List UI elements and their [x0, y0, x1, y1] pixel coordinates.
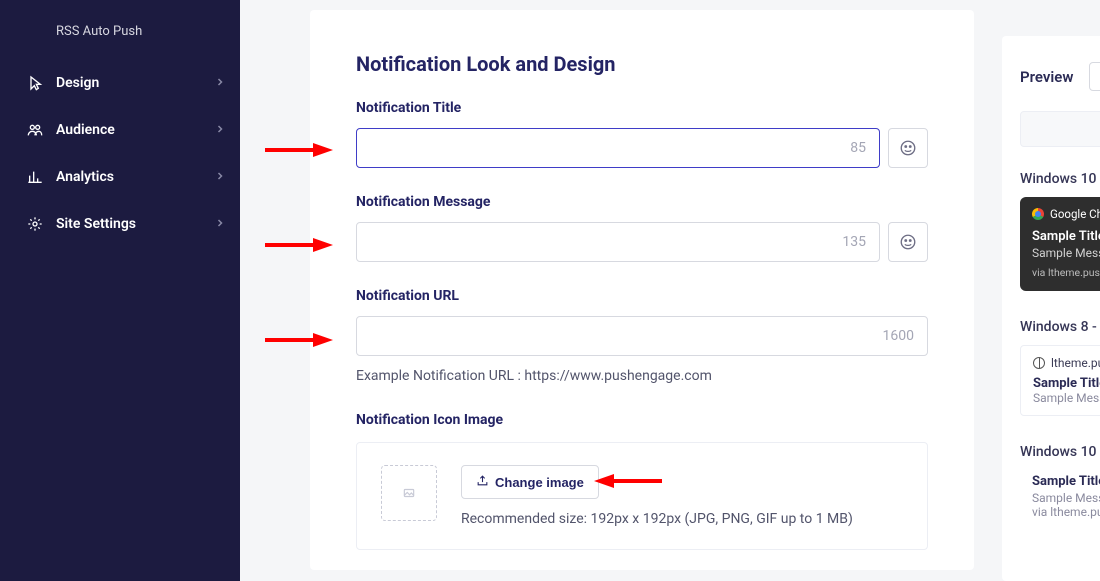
preview-win8-chrome-label: Windows 8 - Chr [1020, 319, 1100, 335]
emoji-picker-button[interactable] [888, 128, 928, 168]
preview-via-text: via ltheme.pusheng [1032, 505, 1100, 519]
preview-sample-message: Sample Message [1033, 391, 1100, 405]
preview-title: Preview [1020, 68, 1073, 86]
change-image-button[interactable]: Change image [461, 465, 599, 499]
preview-sample-title: Sample Title [1032, 229, 1100, 244]
chart-icon [26, 168, 44, 186]
chevron-right-icon [214, 120, 226, 139]
sidebar-item-audience[interactable]: Audience [0, 106, 240, 153]
sidebar-item-rss[interactable]: RSS Auto Push [0, 18, 240, 59]
annotation-arrow [265, 238, 333, 252]
sidebar-item-label: Analytics [56, 169, 214, 185]
url-hint: Example Notification URL : https://www.p… [356, 368, 928, 384]
preview-win10-chrome-label: Windows 10 - Ch [1020, 171, 1100, 187]
main-area: Notification Look and Design Notificatio… [240, 0, 1100, 581]
sidebar-item-label: Audience [56, 122, 214, 138]
preview-sample-title: Sample Title [1032, 474, 1100, 489]
annotation-arrow [265, 333, 333, 347]
message-char-count: 135 [842, 234, 866, 250]
card-heading: Notification Look and Design [356, 52, 928, 76]
preview-sample-message: Sample Messag [1032, 246, 1100, 260]
url-char-count: 1600 [883, 328, 914, 344]
preview-win10-chrome-card: Google Chrom Sample Title Sample Messag … [1020, 197, 1100, 291]
annotation-arrow [594, 474, 662, 488]
preview-win8-chrome-card: ltheme.push Sample Title Sample Message [1020, 345, 1100, 416]
notification-title-input[interactable] [356, 128, 880, 168]
globe-icon [1033, 357, 1045, 369]
chrome-icon [1032, 208, 1044, 220]
emoji-picker-button[interactable] [888, 222, 928, 262]
preview-win10-firefox-card: Sample Title Sample Message via ltheme.p… [1020, 470, 1100, 527]
preview-panel: Preview A Windows 10 - Ch Google Chrom S… [1002, 36, 1100, 581]
people-icon [26, 121, 44, 139]
message-label: Notification Message [356, 194, 928, 210]
chevron-right-icon [214, 167, 226, 186]
preview-sample-message: Sample Message [1032, 491, 1100, 505]
sidebar-item-design[interactable]: Design [0, 59, 240, 106]
icon-image-label: Notification Icon Image [356, 412, 928, 428]
image-placeholder-icon [381, 465, 437, 521]
preview-win10-firefox-label: Windows 10 - Fi [1020, 444, 1100, 460]
preview-via-text: via ltheme.pushengag [1032, 266, 1100, 279]
upload-icon [476, 474, 489, 490]
sidebar-item-label: Design [56, 75, 214, 91]
chevron-right-icon [214, 73, 226, 92]
sidebar: RSS Auto Push Design Audience Analytics [0, 0, 240, 581]
preview-filter-input[interactable] [1020, 111, 1100, 147]
preview-sample-title: Sample Title [1033, 376, 1100, 391]
notification-message-input[interactable] [356, 222, 880, 262]
sidebar-item-label: Site Settings [56, 216, 214, 232]
recommended-size-text: Recommended size: 192px x 192px (JPG, PN… [461, 511, 853, 527]
sidebar-item-settings[interactable]: Site Settings [0, 200, 240, 247]
url-label: Notification URL [356, 288, 928, 304]
title-label: Notification Title [356, 100, 928, 116]
change-image-label: Change image [495, 475, 584, 490]
preview-host-text: ltheme.push [1051, 356, 1100, 370]
preview-variant-a-button[interactable]: A [1089, 62, 1100, 91]
sidebar-item-analytics[interactable]: Analytics [0, 153, 240, 200]
preview-browser-name: Google Chrom [1050, 207, 1100, 221]
annotation-arrow [265, 143, 333, 157]
chevron-right-icon [214, 214, 226, 233]
icon-image-section: Change image Recommended size: 192px x 1… [356, 442, 928, 550]
cursor-icon [26, 74, 44, 92]
title-char-count: 85 [850, 140, 866, 156]
gear-icon [26, 215, 44, 233]
notification-url-input[interactable] [356, 316, 928, 356]
